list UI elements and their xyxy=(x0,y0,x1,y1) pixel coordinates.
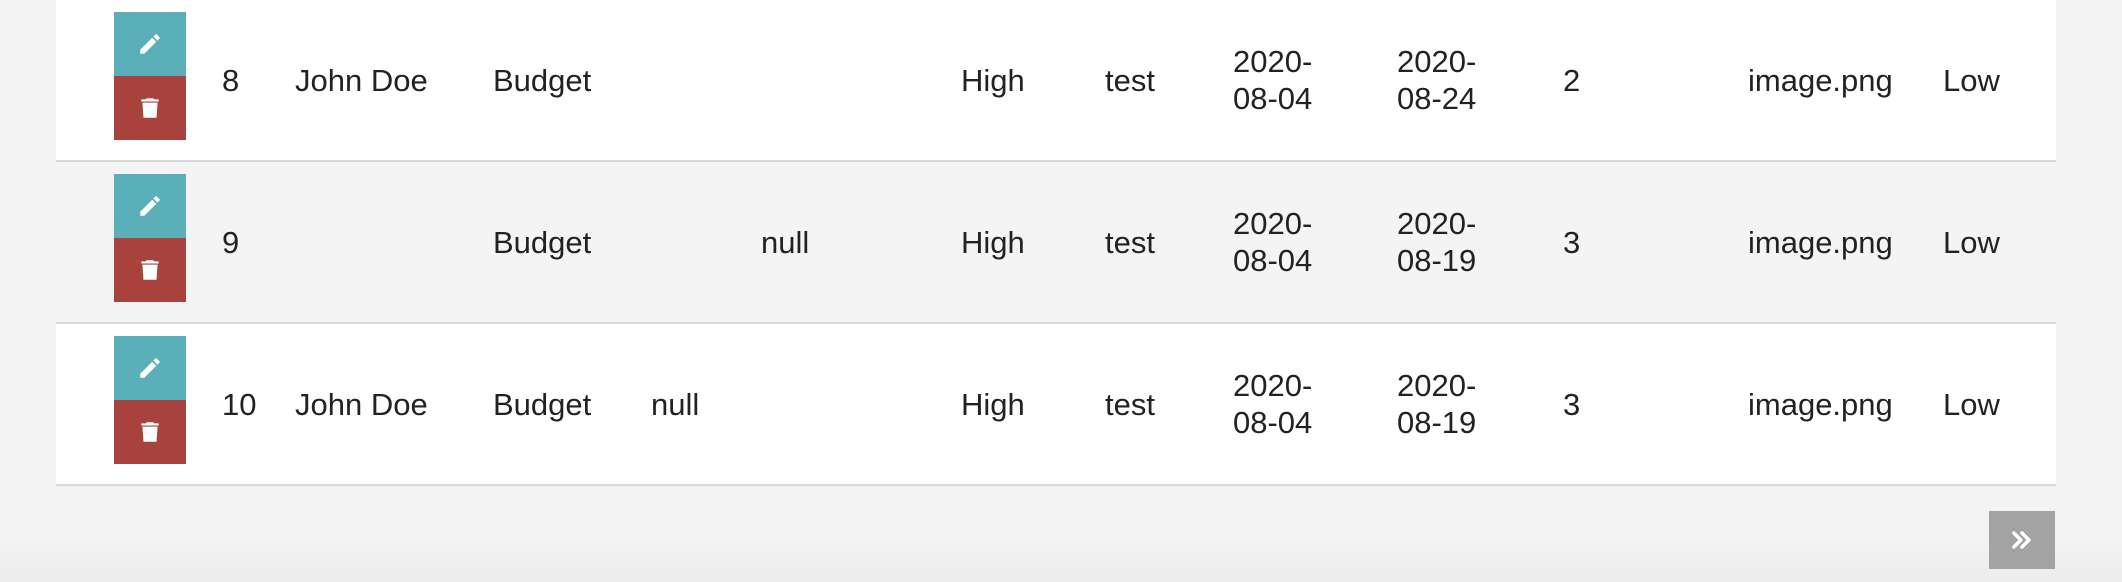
delete-button[interactable] xyxy=(114,76,186,140)
cell-note: test xyxy=(1105,224,1155,260)
pencil-icon xyxy=(140,34,160,54)
cell-end-date: 2020-08-19 xyxy=(1397,368,1477,440)
cell-note: test xyxy=(1105,386,1155,422)
page-bottom-shadow xyxy=(0,540,2122,582)
cell-priority: High xyxy=(961,224,1025,260)
cell-priority: High xyxy=(961,386,1025,422)
cell-level: Low xyxy=(1943,224,2000,260)
cell-count: 2 xyxy=(1563,62,1581,98)
cell-count: 3 xyxy=(1563,224,1581,260)
records-table: 8 John Doe Budget High test 2020-08-04 2… xyxy=(56,0,2056,486)
trash-icon xyxy=(141,260,159,280)
cell-level: Low xyxy=(1943,62,2000,98)
cell-level: Low xyxy=(1943,386,2000,422)
cell-start-date: 2020-08-04 xyxy=(1233,206,1313,278)
cell-file: image.png xyxy=(1748,224,1893,260)
cell-file: image.png xyxy=(1748,386,1893,422)
trash-icon xyxy=(141,422,159,442)
cell-id: 8 xyxy=(222,62,240,98)
cell-file: image.png xyxy=(1748,62,1893,98)
next-page-button[interactable] xyxy=(1989,511,2055,569)
cell-id: 9 xyxy=(222,224,240,260)
cell-priority: High xyxy=(961,62,1025,98)
edit-button[interactable] xyxy=(114,174,186,238)
cell-note: test xyxy=(1105,62,1155,98)
cell-start-date: 2020-08-04 xyxy=(1233,368,1313,440)
double-chevron-right-icon xyxy=(2012,531,2031,549)
edit-button[interactable] xyxy=(114,12,186,76)
pencil-icon xyxy=(140,196,160,216)
cell-category: Budget xyxy=(493,224,592,260)
edit-button[interactable] xyxy=(114,336,186,400)
table-row: 9 Budget null High test 2020-08-04 2020-… xyxy=(56,162,2056,324)
table-row: 8 John Doe Budget High test 2020-08-04 2… xyxy=(56,0,2056,162)
cell-field-a: null xyxy=(651,386,700,422)
row-actions xyxy=(114,12,186,140)
cell-end-date: 2020-08-24 xyxy=(1397,44,1477,116)
cell-id: 10 xyxy=(222,386,257,422)
cell-count: 3 xyxy=(1563,386,1581,422)
delete-button[interactable] xyxy=(114,400,186,464)
trash-icon xyxy=(141,98,159,118)
delete-button[interactable] xyxy=(114,238,186,302)
row-actions xyxy=(114,336,186,464)
row-actions xyxy=(114,174,186,302)
cell-start-date: 2020-08-04 xyxy=(1233,44,1313,116)
cell-category: Budget xyxy=(493,386,592,422)
cell-field-b: null xyxy=(761,224,810,260)
cell-name: John Doe xyxy=(295,386,428,422)
pencil-icon xyxy=(140,358,160,378)
cell-name: John Doe xyxy=(295,62,428,98)
cell-category: Budget xyxy=(493,62,592,98)
cell-end-date: 2020-08-19 xyxy=(1397,206,1477,278)
table-row: 10 John Doe Budget null High test 2020-0… xyxy=(56,324,2056,486)
